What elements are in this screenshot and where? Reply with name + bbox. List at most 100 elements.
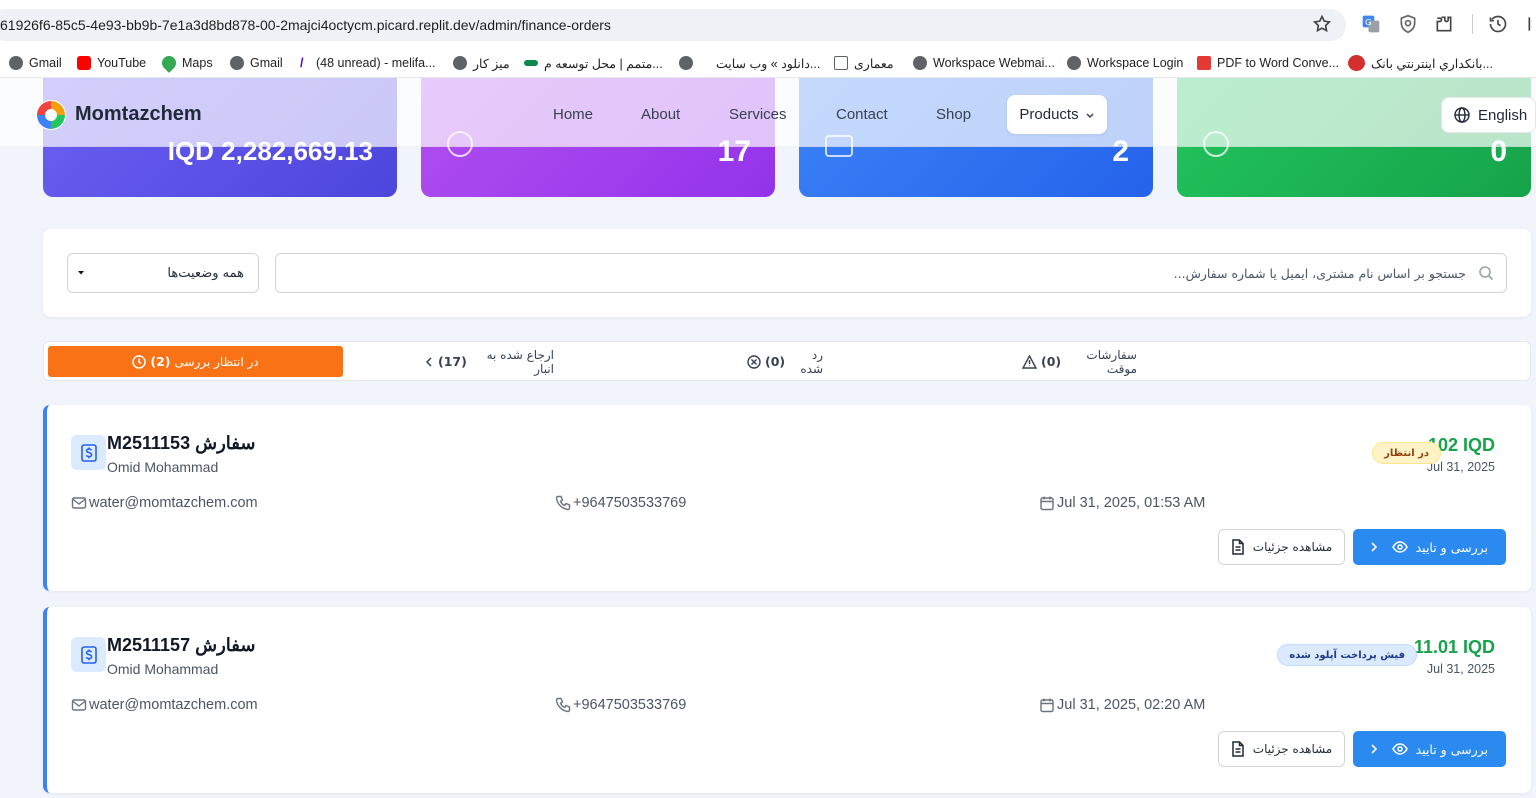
globe-icon — [913, 56, 927, 70]
order-amount: 11.01 IQD — [1413, 637, 1495, 657]
bookmark-item[interactable]: Maps — [159, 53, 213, 73]
nav-home[interactable]: Home — [553, 106, 593, 123]
x-circle-icon — [747, 354, 761, 369]
document-icon — [1231, 741, 1245, 757]
tab-pending-review[interactable]: در انتظار بررسی (2) — [48, 346, 343, 377]
customer-name: Omid Mohammad — [107, 661, 219, 677]
bookmark-item[interactable]: YouTube — [77, 54, 146, 72]
bookmark-item[interactable] — [679, 54, 693, 72]
bookmark-item[interactable]: معماری — [834, 54, 894, 72]
order-card: سفارش M2511157 Omid Mohammad 11.01 IQD J… — [43, 607, 1531, 793]
brand-name[interactable]: Momtazchem — [75, 103, 202, 126]
email-text: water@momtazchem.com — [89, 697, 258, 713]
language-selector[interactable]: English — [1441, 97, 1536, 133]
tab-label: رد شده — [800, 347, 823, 376]
maps-icon — [159, 53, 179, 73]
bookmark-label: Maps — [182, 56, 213, 70]
shield-icon[interactable] — [1398, 14, 1418, 34]
bookmark-item[interactable]: Workspace Login — [1067, 54, 1183, 72]
review-approve-button[interactable]: بررسی و تایید — [1353, 731, 1506, 767]
menu-icon[interactable] — [1526, 14, 1536, 34]
button-label: بررسی و تایید — [1415, 741, 1488, 757]
bookmark-item[interactable]: دانلود » وب سایت... — [716, 54, 820, 72]
folder-icon — [834, 56, 848, 70]
bookmark-label: متمم | محل توسعه م... — [544, 56, 663, 71]
globe-icon — [9, 56, 23, 70]
status-filter-value: همه وضعیت‌ها — [167, 265, 244, 281]
bookmark-item[interactable]: Gmail — [9, 54, 62, 72]
logo-icon[interactable] — [35, 99, 67, 131]
email-text: water@momtazchem.com — [89, 495, 258, 511]
svg-text:G: G — [1365, 17, 1371, 27]
phone-icon — [555, 697, 571, 713]
mail-icon — [71, 495, 87, 511]
bookmarks-bar: Gmail YouTube Maps Gmail / (48 unread) - … — [0, 48, 1536, 78]
datetime-text: Jul 31, 2025, 02:20 AM — [1057, 697, 1206, 713]
products-dropdown[interactable]: Products — [1007, 95, 1107, 134]
phone-icon — [555, 495, 571, 511]
history-icon[interactable] — [1488, 14, 1508, 34]
status-badge: در انتظار — [1372, 442, 1441, 464]
order-datetime: Jul 31, 2025, 02:20 AM — [1039, 695, 1205, 715]
button-label: مشاهده جزئیات — [1252, 540, 1333, 554]
tab-rejected[interactable]: رد شده (0) — [747, 346, 823, 377]
tab-count: (0) — [1041, 354, 1062, 369]
calendar-icon — [1039, 495, 1055, 511]
eye-icon — [1391, 541, 1408, 553]
search-placeholder: جستجو بر اساس نام مشتری، ایمیل یا شماره … — [1173, 266, 1466, 281]
dollar-icon — [71, 435, 106, 470]
button-label: مشاهده جزئیات — [1252, 742, 1333, 756]
extensions-icon[interactable] — [1434, 14, 1454, 34]
nav-shop[interactable]: Shop — [936, 106, 971, 123]
bookmark-label: YouTube — [97, 56, 147, 70]
bookmark-label: دانلود » وب سایت... — [716, 56, 821, 71]
chevron-left-icon — [1369, 541, 1379, 553]
url-field[interactable]: 61926f6-85c5-4e93-bb9b-7e1a3d8bd878-00-2… — [0, 9, 1346, 41]
bookmark-item[interactable]: Gmail — [230, 54, 283, 72]
globe-icon — [1067, 56, 1081, 70]
mail-icon — [71, 697, 87, 713]
bookmark-label: PDF to Word Conve... — [1217, 56, 1340, 70]
youtube-icon — [77, 56, 91, 70]
bookmark-item[interactable]: متمم | محل توسعه م... — [524, 54, 663, 72]
translate-icon[interactable]: G — [1361, 14, 1381, 34]
bookmark-item[interactable]: PDF to Word Conve... — [1197, 54, 1339, 72]
nav-about[interactable]: About — [641, 106, 680, 123]
chevron-down-icon — [1085, 110, 1095, 120]
status-filter-select[interactable]: همه وضعیت‌ها — [67, 253, 259, 293]
review-button-content: بررسی و تایید — [1391, 741, 1488, 757]
tab-referred-warehouse[interactable]: ارجاع شده به انبار (17) — [424, 346, 554, 377]
document-icon — [1231, 539, 1245, 555]
tab-count: (17) — [438, 354, 467, 369]
bookmark-item[interactable]: میز کار — [453, 54, 510, 72]
bookmark-label: میز کار — [473, 56, 510, 71]
customer-name: Omid Mohammad — [107, 459, 219, 475]
bookmark-item[interactable]: Workspace Webmai... — [913, 54, 1055, 72]
tab-label: در انتظار بررسی — [174, 354, 259, 369]
tab-count: (2) — [150, 354, 171, 369]
bookmark-item[interactable]: بانکداري اينترنتي بانک... — [1348, 54, 1493, 72]
order-date: Jul 31, 2025 — [1426, 460, 1495, 474]
review-approve-button[interactable]: بررسی و تایید — [1353, 529, 1506, 565]
globe-icon — [1454, 107, 1470, 123]
datetime-text: Jul 31, 2025, 01:53 AM — [1057, 495, 1206, 511]
tab-temporary-orders[interactable]: سفارشات موقت (0) — [1022, 346, 1137, 377]
bookmark-label: معماری — [854, 56, 894, 71]
nav-services[interactable]: Services — [729, 106, 787, 123]
customer-phone: +9647503533769 — [555, 493, 686, 513]
tab-label: سفارشات موقت — [1086, 347, 1137, 376]
yahoo-icon: / — [300, 56, 304, 70]
search-input[interactable]: جستجو بر اساس نام مشتری، ایمیل یا شماره … — [275, 253, 1507, 293]
bookmark-label: بانکداري اينترنتي بانک... — [1371, 56, 1493, 71]
dollar-icon — [71, 637, 106, 672]
order-status-tabs: در انتظار بررسی (2) ارجاع شده به انبار (… — [43, 341, 1531, 381]
order-title: سفارش M2511153 — [107, 433, 256, 453]
search-icon — [1478, 265, 1494, 281]
view-details-button[interactable]: مشاهده جزئیات — [1218, 529, 1345, 565]
bookmark-item[interactable]: / (48 unread) - melifa... — [300, 54, 436, 72]
star-icon[interactable] — [1312, 14, 1332, 34]
customer-email: water@momtazchem.com — [71, 695, 258, 715]
view-details-button[interactable]: مشاهده جزئیات — [1218, 731, 1345, 767]
globe-icon — [679, 56, 693, 70]
nav-contact[interactable]: Contact — [836, 106, 888, 123]
